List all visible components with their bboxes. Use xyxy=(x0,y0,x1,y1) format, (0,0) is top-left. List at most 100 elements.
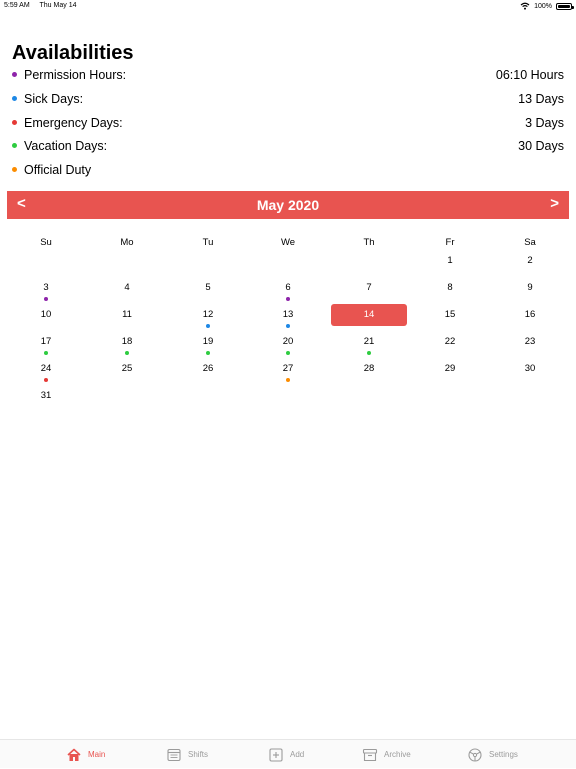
calendar-day[interactable]: 13 xyxy=(258,307,318,331)
event-dot-icon xyxy=(206,351,210,355)
day-number: 5 xyxy=(205,282,211,293)
add-icon xyxy=(269,747,283,762)
calendar-day[interactable]: 21 xyxy=(339,334,399,358)
wifi-icon xyxy=(520,2,530,10)
day-number: 17 xyxy=(40,336,52,347)
calendar-month-title: May 2020 xyxy=(256,197,320,213)
day-number: 7 xyxy=(366,282,372,293)
tab-shifts[interactable]: Shifts xyxy=(166,740,208,769)
calendar-day[interactable]: 19 xyxy=(178,334,238,358)
day-number: 6 xyxy=(285,282,291,293)
calendar-day[interactable]: 8 xyxy=(420,280,480,304)
day-number: 21 xyxy=(363,336,375,347)
calendar-day[interactable]: 26 xyxy=(178,361,238,385)
availability-label: Vacation Days: xyxy=(24,139,108,153)
day-number: 19 xyxy=(202,336,214,347)
day-number: 27 xyxy=(282,363,294,374)
event-dot-icon xyxy=(367,351,371,355)
archive-icon xyxy=(362,748,378,761)
calendar-day[interactable]: 28 xyxy=(339,361,399,385)
day-number: 1 xyxy=(447,255,453,266)
calendar-day[interactable]: 5 xyxy=(178,280,238,304)
status-date: Thu May 14 xyxy=(39,2,77,9)
day-number: 26 xyxy=(202,363,214,374)
event-dot-icon xyxy=(286,378,290,382)
tab-main[interactable]: Main xyxy=(66,740,105,769)
tab-label: Main xyxy=(88,750,106,759)
calendar-day[interactable]: 17 xyxy=(16,334,76,358)
availability-row: Sick Days: 13 Days xyxy=(0,88,576,112)
availability-label: Official Duty xyxy=(24,163,92,177)
calendar-day[interactable]: 7 xyxy=(339,280,399,304)
day-number: 16 xyxy=(524,309,536,320)
weekday-label: Mo xyxy=(120,237,134,248)
legend-dot-icon xyxy=(12,167,17,172)
calendar-day[interactable]: 4 xyxy=(97,280,157,304)
calendar-day[interactable]: 22 xyxy=(420,334,480,358)
next-month-button[interactable]: > xyxy=(550,195,559,212)
day-number: 4 xyxy=(124,282,130,293)
calendar-day[interactable]: 24 xyxy=(16,361,76,385)
status-left: 5:59 AM Thu May 14 xyxy=(4,2,84,9)
tab-label: Shifts xyxy=(188,750,209,759)
availability-row: Vacation Days: 30 Days xyxy=(0,135,576,159)
day-number: 3 xyxy=(43,282,49,293)
calendar-day[interactable]: 6 xyxy=(258,280,318,304)
availability-label: Sick Days: xyxy=(24,92,84,106)
event-dot-icon xyxy=(44,351,48,355)
calendar-day[interactable]: 1 xyxy=(420,253,480,277)
calendar-day[interactable]: 25 xyxy=(97,361,157,385)
home-icon xyxy=(67,748,81,761)
calendar-day[interactable]: 9 xyxy=(500,280,560,304)
day-number: 30 xyxy=(524,363,536,374)
tab-label: Add xyxy=(290,750,305,759)
calendar-day[interactable]: 2 xyxy=(500,253,560,277)
event-dot-icon xyxy=(44,378,48,382)
weekday-label: Su xyxy=(40,237,52,248)
tab-label: Settings xyxy=(489,750,518,759)
day-number: 28 xyxy=(363,363,375,374)
event-dot-icon xyxy=(286,351,290,355)
calendar-day[interactable]: 29 xyxy=(420,361,480,385)
calendar-day-selected[interactable]: 14 xyxy=(331,304,407,326)
calendar-day[interactable]: 23 xyxy=(500,334,560,358)
day-number: 18 xyxy=(121,336,133,347)
day-number: 29 xyxy=(444,363,456,374)
calendar-day[interactable]: 27 xyxy=(258,361,318,385)
weekday-label: Th xyxy=(363,237,375,248)
day-number: 8 xyxy=(447,282,453,293)
weekday-label: We xyxy=(280,237,296,248)
event-dot-icon xyxy=(286,324,290,328)
calendar-day[interactable]: 3 xyxy=(16,280,76,304)
day-number: 15 xyxy=(444,309,456,320)
day-number: 12 xyxy=(202,309,214,320)
tab-settings[interactable]: Settings xyxy=(467,740,518,769)
calendar-day[interactable]: 10 xyxy=(16,307,76,331)
day-number: 24 xyxy=(40,363,52,374)
availability-value: 13 Days xyxy=(518,92,564,106)
calendar-day[interactable]: 30 xyxy=(500,361,560,385)
tab-label: Archive xyxy=(384,750,411,759)
calendar-day[interactable]: 11 xyxy=(97,307,157,331)
event-dot-icon xyxy=(44,297,48,301)
legend-dot-icon xyxy=(12,120,17,125)
calendar-day[interactable]: 16 xyxy=(500,307,560,331)
calendar-day[interactable]: 12 xyxy=(178,307,238,331)
calendar-day[interactable]: 31 xyxy=(16,388,76,412)
shifts-icon xyxy=(167,748,181,761)
calendar-day[interactable]: 15 xyxy=(420,307,480,331)
tab-archive[interactable]: Archive xyxy=(362,740,411,769)
day-number: 2 xyxy=(527,255,533,266)
day-number: 13 xyxy=(282,309,294,320)
tab-add[interactable]: Add xyxy=(268,740,304,769)
legend-dot-icon xyxy=(12,96,17,101)
calendar-day[interactable]: 20 xyxy=(258,334,318,358)
availability-label: Emergency Days: xyxy=(24,116,123,130)
availability-value: 3 Days xyxy=(525,116,564,130)
weekday-label: Sa xyxy=(524,237,536,248)
status-time: 5:59 AM xyxy=(4,2,30,9)
page-title: Availabilities xyxy=(12,42,134,64)
battery-percent: 100% xyxy=(534,2,552,10)
calendar-day[interactable]: 18 xyxy=(97,334,157,358)
availability-value: 06:10 Hours xyxy=(495,68,564,82)
